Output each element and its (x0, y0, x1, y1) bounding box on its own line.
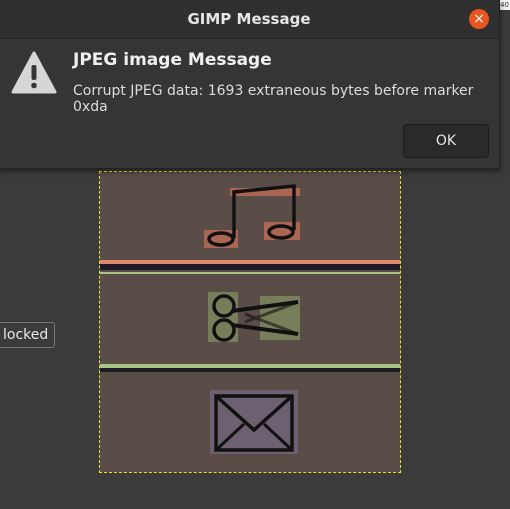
separator-dark (100, 264, 400, 270)
message-heading: JPEG image Message (73, 50, 272, 70)
close-icon: × (473, 11, 485, 27)
ok-button[interactable]: OK (403, 124, 489, 158)
locked-label: locked (0, 322, 56, 348)
ruler-tick-label: 40 (500, 1, 509, 9)
dialog-titlebar[interactable]: GIMP Message × (0, 0, 499, 39)
music-note-icon (204, 184, 300, 248)
scissors-icon (208, 292, 300, 342)
envelope-icon (210, 390, 298, 454)
canvas-band-music (100, 172, 400, 260)
dialog-title: GIMP Message (187, 10, 311, 28)
canvas-band-scissors (100, 274, 400, 364)
image-canvas[interactable] (99, 171, 401, 473)
warning-icon (11, 51, 57, 94)
message-body: Corrupt JPEG data: 1693 extraneous bytes… (73, 83, 474, 115)
close-button[interactable]: × (469, 9, 489, 29)
canvas-band-envelope (100, 372, 400, 472)
message-dialog: GIMP Message × JPEG image Message Corrup… (0, 0, 500, 169)
